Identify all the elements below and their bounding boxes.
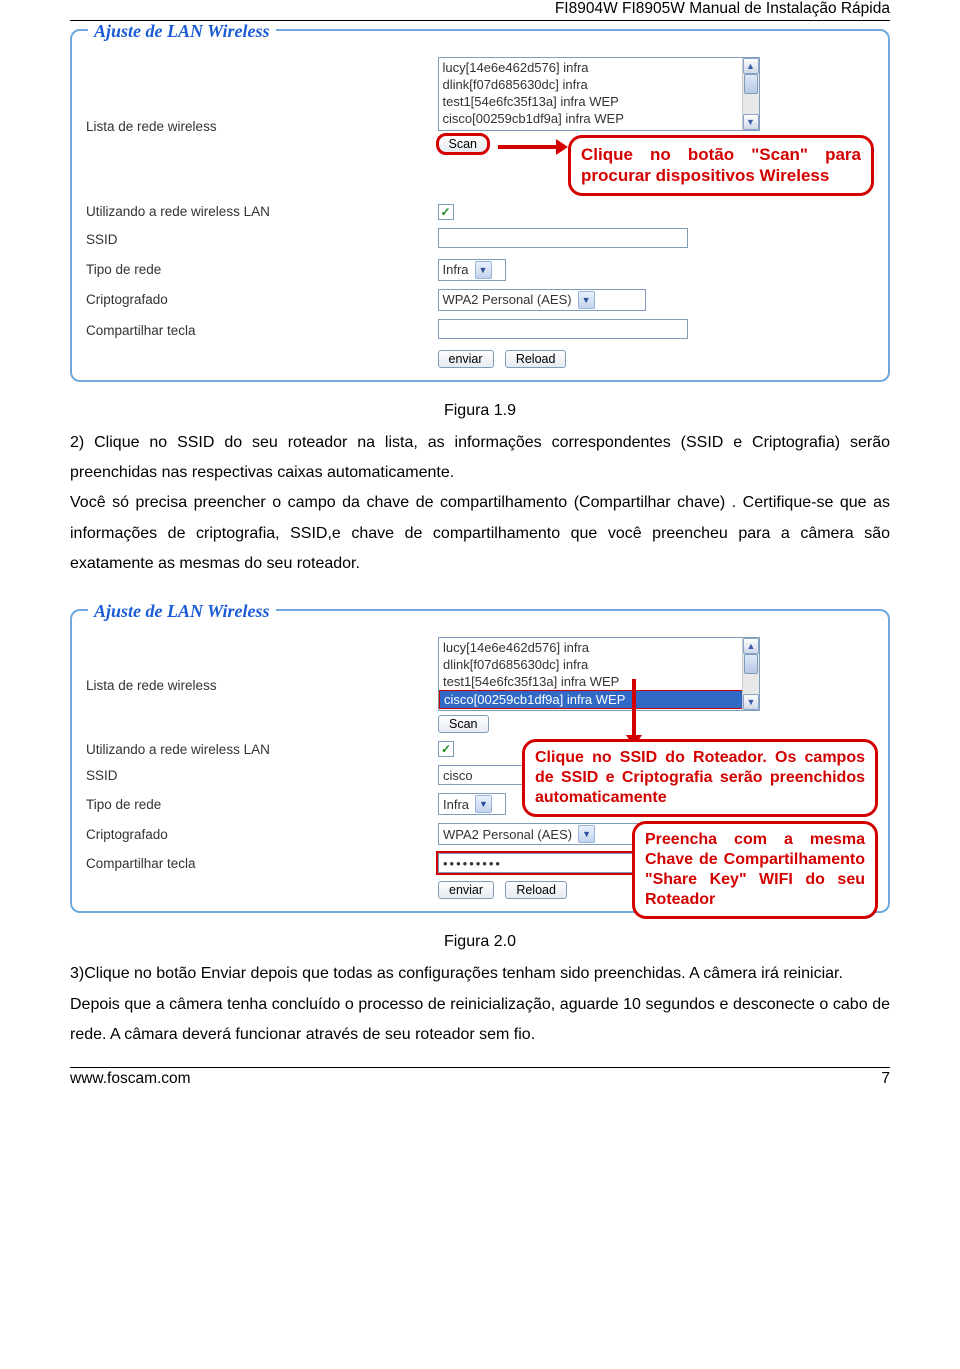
body-paragraph: 3)Clique no botão Enviar depois que toda… [70,959,890,989]
chevron-down-icon: ▼ [578,825,595,843]
scrollbar[interactable]: ▲ ▼ [742,58,759,130]
scroll-thumb[interactable] [744,74,758,94]
select-value: Infra [443,797,469,812]
label-share-key: Compartilhar tecla [80,849,432,877]
wireless-settings-panel-2: Ajuste de LAN Wireless Lista de rede wir… [70,609,890,913]
list-item-selected[interactable]: cisco[00259cb1df9a] infra WEP [439,690,759,709]
arrow-icon [498,145,558,149]
select-value: WPA2 Personal (AES) [443,292,572,307]
list-item[interactable]: lucy[14e6e462d576] infra [439,639,759,656]
ssid-input[interactable] [438,228,688,248]
label-use-wlan: Utilizando a rede wireless LAN [80,737,432,761]
scroll-thumb[interactable] [744,654,758,674]
list-item[interactable]: test1[54e6fc35f13a] infra WEP [439,93,759,110]
footer-page-number: 7 [881,1070,890,1088]
paragraph-text: 2) Clique no SSID do seu roteador na lis… [70,434,890,481]
share-key-input[interactable] [438,319,688,339]
scroll-up-icon[interactable]: ▲ [743,58,759,74]
paragraph-text: Depois que a câmera tenha concluído o pr… [70,996,890,1043]
paragraph-text: Você só precisa preencher o campo da cha… [70,494,890,572]
chevron-down-icon: ▼ [578,291,595,309]
panel-legend: Ajuste de LAN Wireless [88,601,276,622]
label-share-key: Compartilhar tecla [80,315,432,346]
label-ssid: SSID [80,224,432,255]
scan-button[interactable]: Scan [438,715,489,733]
label-ssid: SSID [80,761,432,789]
network-type-select[interactable]: Infra ▼ [438,793,506,815]
wireless-list[interactable]: lucy[14e6e462d576] infra dlink[f07d68563… [438,637,760,711]
use-wlan-checkbox[interactable]: ✓ [438,741,454,757]
label-encrypt: Criptografado [80,819,432,849]
chevron-down-icon: ▼ [475,261,492,279]
submit-button[interactable]: enviar [438,350,494,368]
figure-caption: Figura 1.9 [70,402,890,420]
body-paragraph: Você só precisa preencher o campo da cha… [70,488,890,579]
encryption-select[interactable]: WPA2 Personal (AES) ▼ [438,289,646,311]
callout-sharekey: Preencha com a mesma Chave de Compartilh… [632,821,878,919]
figure-caption: Figura 2.0 [70,933,890,951]
scroll-up-icon[interactable]: ▲ [743,638,759,654]
list-item[interactable]: dlink[f07d685630dc] infra [439,76,759,93]
label-encrypt: Criptografado [80,285,432,315]
network-type-select[interactable]: Infra ▼ [438,259,506,281]
reload-button[interactable]: Reload [505,881,567,899]
encryption-select[interactable]: WPA2 Personal (AES) ▼ [438,823,646,845]
scrollbar[interactable]: ▲ ▼ [742,638,759,710]
callout-scan: Clique no botão "Scan" para procurar dis… [568,135,874,196]
list-item[interactable]: lucy[14e6e462d576] infra [439,59,759,76]
panel-legend: Ajuste de LAN Wireless [88,21,276,42]
arrow-icon [632,679,636,739]
list-item[interactable]: cisco[00259cb1df9a] infra WEP [439,110,759,127]
scroll-down-icon[interactable]: ▼ [743,114,759,130]
list-item[interactable]: dlink[f07d685630dc] infra [439,656,759,673]
select-value: Infra [443,262,469,277]
body-paragraph: Depois que a câmera tenha concluído o pr… [70,990,890,1051]
chevron-down-icon: ▼ [475,795,492,813]
label-net-type: Tipo de rede [80,255,432,285]
list-item[interactable]: test1[54e6fc35f13a] infra WEP [439,673,759,690]
wireless-list[interactable]: lucy[14e6e462d576] infra dlink[f07d68563… [438,57,760,131]
scroll-down-icon[interactable]: ▼ [743,694,759,710]
label-wireless-list: Lista de rede wireless [80,53,432,200]
submit-button[interactable]: enviar [438,881,494,899]
header-title: FI8904W FI8905W Manual de Instalação Ráp… [555,0,890,17]
select-value: WPA2 Personal (AES) [443,827,572,842]
label-net-type: Tipo de rede [80,789,432,819]
reload-button[interactable]: Reload [505,350,567,368]
label-use-wlan: Utilizando a rede wireless LAN [80,200,432,224]
wireless-settings-panel-1: Ajuste de LAN Wireless Lista de rede wir… [70,29,890,382]
page-header: FI8904W FI8905W Manual de Instalação Ráp… [70,0,890,21]
body-paragraph: 2) Clique no SSID do seu roteador na lis… [70,428,890,489]
callout-ssid: Clique no SSID do Roteador. Os campos de… [522,739,878,817]
paragraph-text: 3)Clique no botão Enviar depois que toda… [70,965,843,982]
label-wireless-list: Lista de rede wireless [80,633,432,737]
use-wlan-checkbox[interactable]: ✓ [438,204,454,220]
scan-button[interactable]: Scan [438,135,489,153]
page-footer: www.foscam.com 7 [70,1067,890,1088]
footer-url: www.foscam.com [70,1070,191,1088]
